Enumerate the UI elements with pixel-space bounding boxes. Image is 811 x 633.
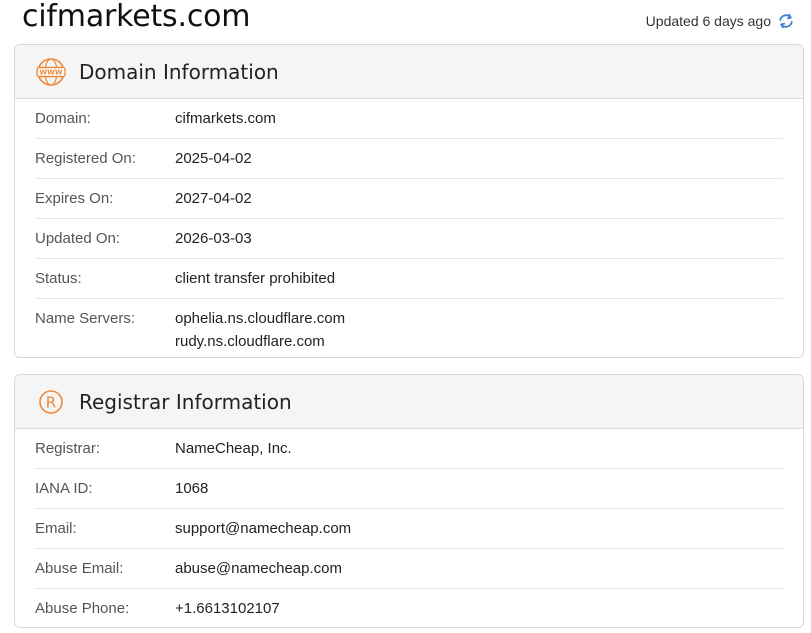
row-label: Name Servers: bbox=[35, 310, 136, 327]
registrar-info-title: Registrar Information bbox=[79, 389, 292, 414]
top-bar: cifmarkets.com Updated 6 days ago bbox=[0, 0, 811, 44]
row-label: Email: bbox=[35, 520, 77, 537]
row-value: NameCheap, Inc. bbox=[175, 440, 292, 457]
row-value: 2026-03-03 bbox=[175, 230, 252, 247]
refresh-icon[interactable] bbox=[777, 12, 795, 30]
abuse-email-row: Abuse Email: abuse@namecheap.com bbox=[35, 549, 783, 589]
registrar-row: Registrar: NameCheap, Inc. bbox=[35, 429, 783, 469]
www-icon: WWW bbox=[35, 56, 67, 88]
row-value: +1.6613102107 bbox=[175, 600, 280, 617]
name-server: ophelia.ns.cloudflare.com bbox=[175, 310, 346, 327]
row-value: support@namecheap.com bbox=[175, 520, 352, 537]
row-label: Registered On: bbox=[35, 150, 136, 167]
updated-on-row: Updated On: 2026-03-03 bbox=[35, 219, 783, 259]
row-label: Expires On: bbox=[35, 190, 114, 207]
row-value: abuse@namecheap.com bbox=[175, 560, 342, 577]
registrar-info-panel: R Registrar Information Registrar: NameC… bbox=[14, 374, 804, 628]
row-label: Abuse Email: bbox=[35, 560, 124, 577]
domain-info-title: Domain Information bbox=[79, 59, 279, 84]
row-value: client transfer prohibited bbox=[175, 270, 336, 287]
iana-id-row: IANA ID: 1068 bbox=[35, 469, 783, 509]
domain-info-panel: WWW Domain Information Domain: cifmarket… bbox=[14, 44, 804, 358]
name-servers-row: Name Servers: ophelia.ns.cloudflare.com … bbox=[35, 299, 783, 357]
row-label: Registrar: bbox=[35, 440, 101, 457]
name-server: rudy.ns.cloudflare.com bbox=[175, 333, 325, 350]
abuse-phone-row: Abuse Phone: +1.6613102107 bbox=[35, 589, 783, 627]
row-value: 1068 bbox=[175, 480, 209, 497]
expires-on-row: Expires On: 2027-04-02 bbox=[35, 179, 783, 219]
svg-text:R: R bbox=[46, 393, 56, 411]
updated-text: Updated 6 days ago bbox=[645, 13, 771, 29]
domain-info-header: WWW Domain Information bbox=[15, 45, 803, 99]
domain-row: Domain: cifmarkets.com bbox=[35, 99, 783, 139]
row-value: 2025-04-02 bbox=[175, 150, 252, 167]
registrar-info-header: R Registrar Information bbox=[15, 375, 803, 429]
row-label: Domain: bbox=[35, 110, 91, 127]
registered-on-row: Registered On: 2025-04-02 bbox=[35, 139, 783, 179]
row-label: IANA ID: bbox=[35, 480, 93, 497]
email-row: Email: support@namecheap.com bbox=[35, 509, 783, 549]
row-value: 2027-04-02 bbox=[175, 190, 252, 207]
status-row: Status: client transfer prohibited bbox=[35, 259, 783, 299]
updated-status: Updated 6 days ago bbox=[646, 12, 795, 30]
row-label: Status: bbox=[35, 270, 82, 287]
row-value: ophelia.ns.cloudflare.com rudy.ns.cloudf… bbox=[175, 299, 346, 357]
row-value: cifmarkets.com bbox=[175, 110, 276, 127]
row-label: Abuse Phone: bbox=[35, 600, 130, 617]
svg-text:WWW: WWW bbox=[39, 68, 62, 76]
registered-icon: R bbox=[35, 386, 67, 418]
row-label: Updated On: bbox=[35, 230, 121, 247]
page-title: cifmarkets.com bbox=[22, 0, 251, 34]
